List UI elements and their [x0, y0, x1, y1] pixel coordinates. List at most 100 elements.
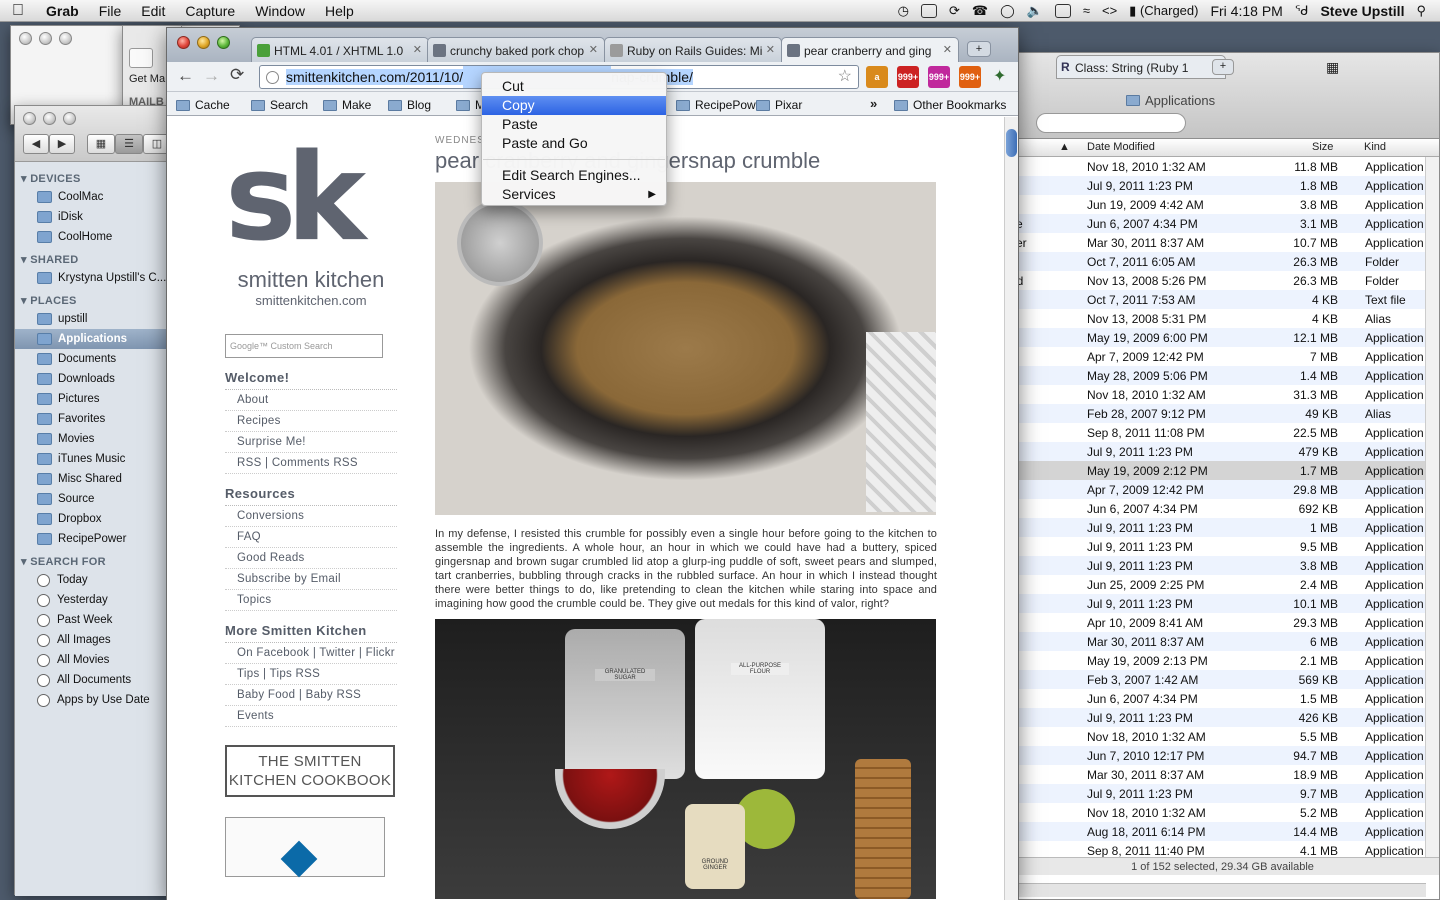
- sidebar-item[interactable]: Krystyna Upstill's C...: [15, 268, 173, 288]
- new-tab-button[interactable]: +: [967, 41, 991, 57]
- close-icon[interactable]: [19, 32, 32, 45]
- file-row[interactable]: Jul 9, 2011 1:23 PM 3.8 MB Application: [1006, 556, 1426, 575]
- zoom-icon[interactable]: [59, 32, 72, 45]
- user-name[interactable]: Steve Upstill: [1320, 3, 1404, 19]
- sidebar-item[interactable]: Movies: [15, 429, 173, 449]
- file-row[interactable]: Jul 9, 2011 1:23 PM 1.8 MB Application: [1006, 176, 1426, 195]
- file-row[interactable]: Aug 18, 2011 6:14 PM 14.4 MB Application: [1006, 822, 1426, 841]
- arrows-icon[interactable]: <>: [1102, 3, 1117, 18]
- sidebar-item[interactable]: All Documents: [15, 670, 173, 690]
- search-field[interactable]: [1036, 113, 1186, 133]
- sidebar-link[interactable]: FAQ: [225, 527, 397, 548]
- vertical-scrollbar[interactable]: [1425, 157, 1439, 857]
- zoom-icon[interactable]: [63, 112, 76, 125]
- file-row[interactable]: Jul 9, 2011 1:23 PM 479 KB Application: [1006, 442, 1426, 461]
- file-row[interactable]: May 28, 2009 5:06 PM 1.4 MB Application: [1006, 366, 1426, 385]
- cookbook-banner[interactable]: THE SMITTEN KITCHEN COOKBOOK: [225, 745, 395, 797]
- sidebar-item[interactable]: Yesterday: [15, 590, 173, 610]
- site-logo[interactable]: sk: [225, 139, 397, 259]
- extension-button[interactable]: 999+: [928, 66, 950, 88]
- advertisement[interactable]: [225, 817, 385, 878]
- minimize-icon[interactable]: [39, 32, 52, 45]
- bookmark-star-icon[interactable]: ☆: [838, 66, 852, 88]
- sidebar-item[interactable]: iTunes Music: [15, 449, 173, 469]
- status-icon[interactable]: [920, 3, 937, 18]
- browser-tab[interactable]: pear cranberry and ging ✕: [781, 37, 959, 63]
- sidebar-item[interactable]: Dropbox: [15, 509, 173, 529]
- file-row[interactable]: Nov 18, 2010 1:32 AM 5.5 MB Application: [1006, 727, 1426, 746]
- phone-icon[interactable]: ☎: [972, 3, 988, 19]
- extension-button[interactable]: a: [866, 66, 888, 88]
- file-row[interactable]: ardNov 13, 2008 5:26 PM26.3 MBFolder: [1006, 271, 1426, 290]
- menu-services[interactable]: Services ▶: [482, 185, 666, 204]
- sidebar-item[interactable]: Apps by Use Date: [15, 690, 173, 710]
- browser-scrollbar[interactable]: [1004, 117, 1018, 900]
- file-row[interactable]: Sep 8, 2011 11:08 PM 22.5 MB Application: [1006, 423, 1426, 442]
- sidebar-item[interactable]: CoolHome: [15, 227, 173, 247]
- bluetooth-icon[interactable]: ᖁ: [1295, 3, 1309, 19]
- sidebar-link[interactable]: Good Reads: [225, 548, 397, 569]
- browser-tab[interactable]: crunchy baked pork chop ✕: [427, 37, 605, 62]
- file-row[interactable]: May 19, 2009 2:12 PM 1.7 MB Application: [1006, 461, 1426, 480]
- volume-icon[interactable]: 🔈: [1027, 3, 1043, 19]
- app-menu[interactable]: Grab: [36, 0, 89, 22]
- menu-edit-search-engines[interactable]: Edit Search Engines...: [482, 166, 666, 185]
- sidebar-link[interactable]: Tips | Tips RSS: [225, 664, 397, 685]
- chat-icon[interactable]: ◯: [1000, 3, 1015, 19]
- clock[interactable]: Fri 4:18 PM: [1210, 3, 1282, 19]
- mail-get-button[interactable]: [129, 48, 153, 68]
- list-view-button[interactable]: ☰: [115, 134, 143, 154]
- bookmark-item[interactable]: Pixar: [751, 98, 807, 112]
- tab-close-icon[interactable]: ✕: [413, 43, 422, 56]
- sidebar-link[interactable]: Events: [225, 706, 397, 727]
- file-row[interactable]: Jul 9, 2011 1:23 PM 1 MB Application: [1006, 518, 1426, 537]
- back-arrow-icon[interactable]: ←: [177, 66, 194, 86]
- close-icon[interactable]: [23, 112, 36, 125]
- minimize-icon[interactable]: [197, 36, 210, 49]
- sidebar-link[interactable]: Conversions: [225, 506, 397, 527]
- wrench-icon[interactable]: ✦: [993, 66, 1006, 86]
- file-row[interactable]: Jun 7, 2010 12:17 PM 94.7 MB Application: [1006, 746, 1426, 765]
- extension-button[interactable]: 999+: [959, 66, 981, 88]
- sidebar-item[interactable]: Documents: [15, 349, 173, 369]
- file-row[interactable]: Apr 7, 2009 12:42 PM 29.8 MB Application: [1006, 480, 1426, 499]
- sync-icon[interactable]: ⟳: [949, 3, 960, 19]
- forward-button[interactable]: ▶: [49, 134, 75, 154]
- file-row[interactable]: Jun 25, 2009 2:25 PM 2.4 MB Application: [1006, 575, 1426, 594]
- sidebar-link[interactable]: On Facebook | Twitter | Flickr: [225, 643, 397, 664]
- menu-file[interactable]: File: [89, 0, 132, 22]
- horizontal-scrollbar[interactable]: [1006, 883, 1426, 897]
- file-row[interactable]: Feb 28, 2007 9:12 PM 49 KB Alias: [1006, 404, 1426, 423]
- file-row[interactable]: Apr 7, 2009 12:42 PM 7 MB Application: [1006, 347, 1426, 366]
- sidebar-item[interactable]: iDisk: [15, 207, 173, 227]
- wifi-icon[interactable]: ≈: [1083, 3, 1090, 18]
- time-machine-icon[interactable]: ◷: [898, 3, 909, 19]
- bookmark-item[interactable]: Blog: [383, 98, 436, 112]
- sidebar-item[interactable]: Source: [15, 489, 173, 509]
- sidebar-item[interactable]: RecipePower: [15, 529, 173, 549]
- menu-cut[interactable]: Cut: [482, 77, 666, 96]
- tab-close-icon[interactable]: ✕: [589, 43, 598, 56]
- file-row[interactable]: Nov 13, 2008 5:31 PM 4 KB Alias: [1006, 309, 1426, 328]
- menu-paste-and-go[interactable]: Paste and Go: [482, 134, 666, 153]
- sidebar-link[interactable]: About: [225, 390, 397, 411]
- display-icon[interactable]: [1054, 3, 1071, 18]
- wrench-icon[interactable]: ▦: [1326, 59, 1339, 76]
- other-bookmarks[interactable]: Other Bookmarks: [889, 98, 1011, 112]
- battery-status[interactable]: ▮ (Charged): [1129, 3, 1198, 19]
- apple-menu-icon[interactable]: : [0, 2, 36, 20]
- file-row[interactable]: Jun 19, 2009 4:42 AM 3.8 MB Application: [1006, 195, 1426, 214]
- scroll-thumb[interactable]: [1006, 129, 1017, 157]
- file-row[interactable]: Jul 9, 2011 1:23 PM 426 KB Application: [1006, 708, 1426, 727]
- sidebar-item[interactable]: All Movies: [15, 650, 173, 670]
- file-row[interactable]: Apr 10, 2009 8:41 AM 29.3 MB Application: [1006, 613, 1426, 632]
- column-size[interactable]: Size: [1312, 141, 1333, 153]
- icon-view-button[interactable]: ▦: [87, 134, 115, 154]
- bookmark-item[interactable]: Search: [246, 98, 313, 112]
- menu-copy[interactable]: Copy: [482, 96, 666, 115]
- browser-tab[interactable]: HTML 4.01 / XHTML 1.0 ✕: [251, 37, 429, 62]
- sidebar-item[interactable]: upstill: [15, 309, 173, 329]
- sidebar-link[interactable]: Baby Food | Baby RSS: [225, 685, 397, 706]
- file-row[interactable]: May 19, 2009 6:00 PM 12.1 MB Application: [1006, 328, 1426, 347]
- file-row[interactable]: May 19, 2009 2:13 PM 2.1 MB Application: [1006, 651, 1426, 670]
